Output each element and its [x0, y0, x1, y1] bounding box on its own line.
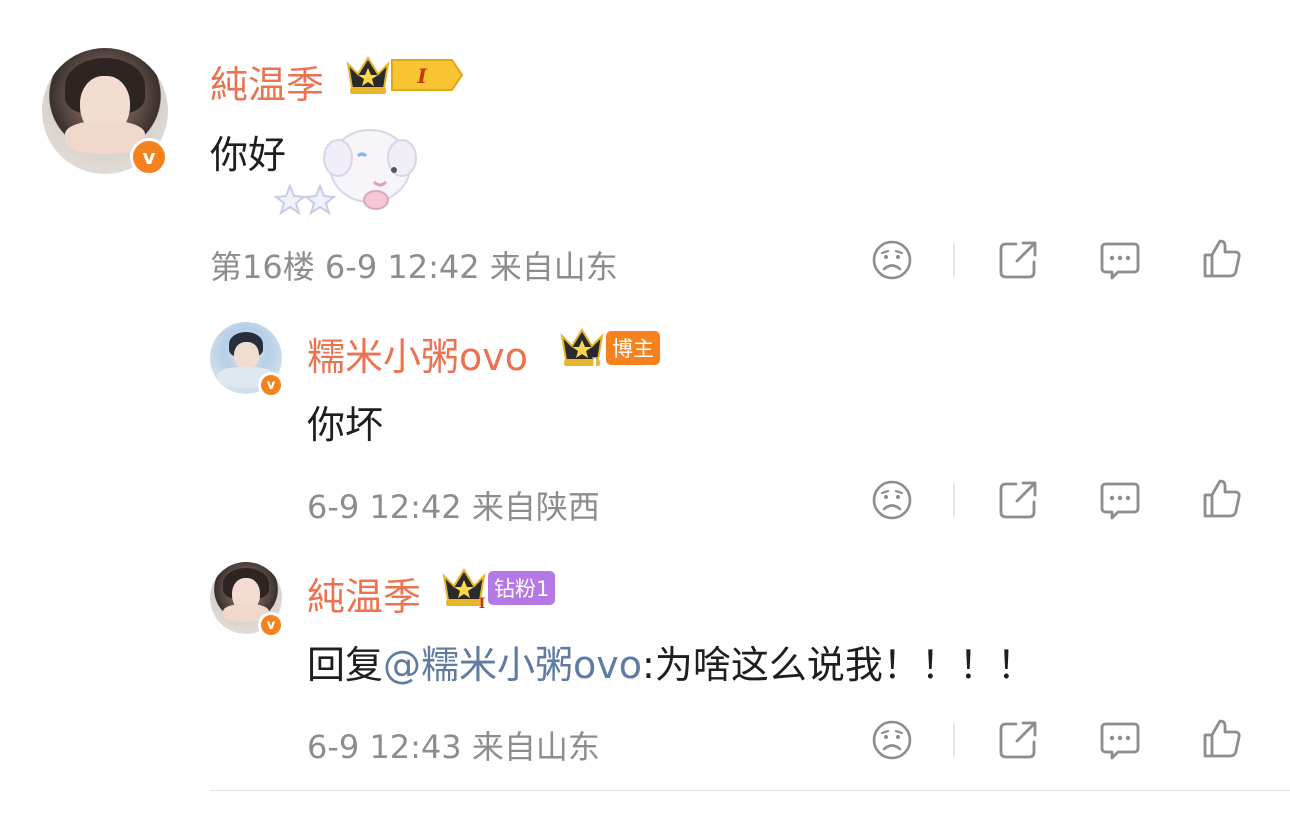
verified-badge-icon: v [258, 612, 284, 638]
verified-badge-icon: v [130, 138, 168, 176]
username[interactable]: 純温季 [307, 566, 421, 621]
comment-text: 回复@糯米小粥ovo:为啥这么说我！！！！ [307, 634, 1035, 689]
location: 来自山东 [489, 248, 618, 286]
crown-level-badge-icon: II [560, 328, 605, 370]
fan-tag: 钻粉1 [488, 571, 556, 605]
share-icon [999, 481, 1037, 519]
reply-text: :为啥这么说我！！！！ [642, 643, 1035, 687]
dislike-button[interactable] [870, 718, 914, 762]
timestamp: 6-9 12:43 [307, 728, 462, 766]
like-button[interactable] [1200, 236, 1244, 280]
comment-meta: 6-9 12:42 来自陕西 [307, 482, 600, 528]
dislike-button[interactable] [870, 478, 914, 522]
share-icon [999, 721, 1037, 759]
timestamp: 6-9 12:42 [324, 248, 480, 286]
dislike-button[interactable] [870, 238, 914, 282]
sad-face-icon [872, 480, 912, 520]
like-icon [1203, 479, 1241, 518]
reply-prefix: 回复 [307, 643, 384, 687]
divider [953, 242, 955, 278]
level-text: I [479, 596, 486, 610]
cartoon-dog-sticker [273, 129, 417, 216]
verified-badge-icon: v [258, 372, 284, 398]
like-button[interactable] [1200, 476, 1244, 520]
comment-icon [1100, 722, 1140, 760]
divider [953, 722, 955, 758]
share-button[interactable] [996, 238, 1040, 282]
crown-level-badge-icon: I [442, 568, 486, 610]
sad-face-icon [872, 720, 912, 760]
blogger-tag: 博主 [606, 331, 660, 365]
comment-button[interactable] [1098, 238, 1142, 282]
comment-meta: 6-9 12:43 来自山东 [307, 722, 600, 768]
share-button[interactable] [996, 478, 1040, 522]
location: 来自山东 [471, 728, 600, 766]
crown-level-badge-icon: I [346, 56, 464, 94]
timestamp: 6-9 12:42 [307, 488, 462, 526]
like-icon [1203, 239, 1241, 278]
comment-text: 你坏 [307, 403, 384, 447]
location: 来自陕西 [471, 488, 600, 526]
comment-icon [1100, 482, 1140, 520]
username[interactable]: 糯米小粥ovo [307, 326, 528, 381]
floor-number: 第16楼 [210, 248, 315, 286]
comment-button[interactable] [1098, 718, 1142, 762]
comment-button[interactable] [1098, 478, 1142, 522]
level-text: I [416, 64, 427, 88]
bottom-divider [210, 790, 1290, 791]
share-button[interactable] [996, 718, 1040, 762]
sad-face-icon [872, 240, 912, 280]
divider [953, 482, 955, 518]
username[interactable]: 純温季 [210, 54, 324, 109]
like-icon [1203, 719, 1241, 758]
like-button[interactable] [1200, 716, 1244, 760]
mention-link[interactable]: @糯米小粥ovo [383, 643, 642, 687]
comment-meta: 第16楼 6-9 12:42 来自山东 [210, 242, 618, 288]
level-text: II [591, 356, 604, 370]
share-icon [999, 241, 1037, 279]
comment-icon [1100, 242, 1140, 280]
